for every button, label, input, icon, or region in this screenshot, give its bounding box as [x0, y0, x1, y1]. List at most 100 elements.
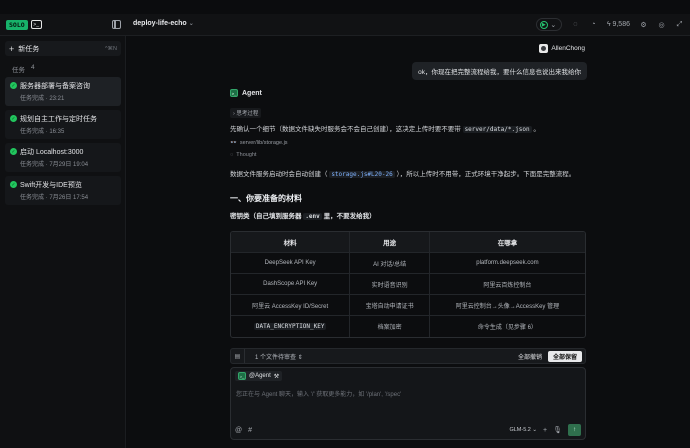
thought-icon: ◌ — [230, 152, 234, 158]
table-row: DeepSeek API Key AI 对话/总结 platform.deeps… — [231, 253, 585, 274]
materials-table: 材料 用途 在哪拿 DeepSeek API Key AI 对话/总结 plat… — [230, 231, 586, 338]
tasks-label: 任务 — [12, 67, 25, 74]
file-icon: ▤ — [231, 349, 245, 363]
task-name: 规划自主工作与定时任务 — [20, 116, 97, 123]
agent-mention-chip[interactable]: >_ @Agent ⚒ — [235, 371, 283, 381]
run-status-button[interactable]: ▶ ⌄ — [535, 18, 562, 31]
subheading-text: 密钥类（自己填到服务器 — [230, 213, 302, 220]
task-meta: 任务完成 · 7月29日 19:04 — [20, 162, 89, 168]
project-title[interactable]: deploy-life-echo ⌄ — [133, 20, 194, 27]
hash-icon[interactable]: # — [248, 427, 252, 434]
task-item[interactable]: ✓ 规划自主工作与定时任务 任务完成 · 16:35 — [5, 110, 121, 139]
expand-icon[interactable]: ⤢ — [675, 20, 684, 29]
inline-code: .env — [303, 213, 322, 220]
user-message: ok，你现在把完整流程给我，要什么信息也说出来我给你 — [412, 62, 587, 80]
thought-toggle[interactable]: ◌ Thought — [230, 152, 256, 158]
subheading-end: 里，不要发给我） — [323, 213, 376, 220]
table-header: 材料 — [231, 232, 351, 252]
task-meta: 任务完成 · 16:35 — [20, 129, 65, 135]
agent-name: Agent — [242, 89, 262, 97]
task-name: 服务器部署与备案咨询 — [20, 83, 90, 90]
check-circle-icon: ✓ — [10, 148, 17, 155]
reject-all-button[interactable]: 全部撤销 — [518, 352, 542, 361]
user-header: AllenChong — [539, 44, 585, 53]
sidebar-toggle-icon[interactable] — [112, 20, 121, 29]
table-cell: platform.deepseek.com — [476, 260, 539, 266]
app-logo[interactable]: SOLO >_ — [6, 18, 42, 31]
tasks-header: 任务 4 — [12, 64, 35, 74]
plus-icon: + — [9, 43, 15, 54]
think-chip-label: 思考过程 — [236, 111, 259, 117]
table-cell: 命令生成（见步骤 6） — [477, 325, 537, 331]
gear-icon[interactable]: ⚙ — [639, 20, 648, 29]
task-item[interactable]: ✓ 服务器部署与备案咨询 任务完成 · 23:21 — [5, 77, 121, 106]
table-row: 阿里云 AccessKey ID/Secret 宝塔自动申请证书 阿里云控制台→… — [231, 295, 585, 316]
pending-files-label: 1 个文件待审查 — [255, 354, 297, 361]
table-row: DATA_ENCRYPTION_KEY 档案加密 命令生成（见步骤 6） — [231, 316, 585, 337]
bell-icon[interactable]: ◔ — [589, 20, 598, 29]
at-icon[interactable]: @ — [235, 427, 242, 434]
para1-end: 。 — [533, 126, 540, 133]
table-cell: 阿里云控制台→头像→AccessKey 管理 — [455, 303, 560, 310]
task-meta: 任务完成 · 23:21 — [20, 96, 65, 102]
account-icon[interactable]: ◎ — [657, 20, 666, 29]
para2-text: 数据文件服务启动时会自动创建（ — [230, 171, 328, 178]
message-composer[interactable]: >_ @Agent ⚒ 您正在与 Agent 聊天，输入 '/' 获取更多能力，… — [230, 367, 586, 440]
chat-panel: AllenChong ok，你现在把完整流程给我，要什么信息也说出来我给你 >_… — [127, 36, 690, 448]
message-input[interactable]: 您正在与 Agent 聊天，输入 '/' 获取更多能力，如 '/plan', '… — [236, 389, 401, 398]
chevron-down-icon: ⌄ — [550, 21, 557, 29]
pending-files-dropdown[interactable]: 1 个文件待审查 ⇕ — [255, 352, 303, 361]
top-right-toolbar: ▶ ⌄ ◌ ◔ ϟ 9,586 ⚙ ◎ ⤢ — [535, 18, 684, 31]
agent-icon: >_ — [230, 89, 238, 97]
task-meta: 任务完成 · 7月26日 17:54 — [20, 195, 89, 201]
check-circle-icon: ✓ — [10, 82, 17, 89]
tools-icon: ⚒ — [273, 373, 280, 380]
attach-plus-icon[interactable]: + — [543, 427, 547, 434]
table-cell: DeepSeek API Key — [231, 253, 351, 273]
chat-icon[interactable]: ◌ — [571, 20, 580, 29]
subheading: 密钥类（自己填到服务器 .env 里，不要发给我） — [230, 210, 376, 220]
table-header: 用途 — [350, 232, 430, 252]
user-name: AllenChong — [551, 45, 585, 52]
check-circle-icon: ✓ — [10, 115, 17, 122]
terminal-icon: >_ — [30, 20, 42, 29]
task-name: Swift开发与IDE预览 — [20, 182, 82, 189]
top-bar: SOLO >_ deploy-life-echo ⌄ ▶ ⌄ ◌ ◔ ϟ 9,58… — [0, 14, 690, 36]
file-reference[interactable]: 👓 server/lib/storage.js — [230, 140, 288, 146]
table-cell: 档案加密 — [350, 316, 430, 337]
table-cell: 阿里云 AccessKey ID/Secret — [231, 295, 351, 315]
task-name: 启动 Localhost:3000 — [20, 149, 84, 156]
send-button[interactable]: ↑ — [568, 424, 581, 436]
avatar — [539, 44, 549, 53]
task-list: ✓ 服务器部署与备案咨询 任务完成 · 23:21 ✓ 规划自主工作与定时任务 … — [5, 77, 121, 209]
task-item[interactable]: ✓ Swift开发与IDE预览 任务完成 · 7月26日 17:54 — [5, 176, 121, 205]
agent-header: >_ Agent — [230, 89, 262, 97]
sidebar: + 新任务 ^⌘N 任务 4 ✓ 服务器部署与备案咨询 任务完成 · 23:21… — [0, 36, 126, 448]
chevron-down-icon: ⌄ — [188, 21, 194, 27]
para1-text: 先确认一个细节（数据文件缺失时服务会不会自己创建），这决定上传时要不要带 — [230, 126, 461, 133]
new-task-label: 新任务 — [18, 45, 40, 53]
points-counter[interactable]: ϟ 9,586 — [607, 21, 630, 28]
agent-paragraph: 先确认一个细节（数据文件缺失时服务会不会自己创建），这决定上传时要不要带 ser… — [230, 123, 540, 133]
model-selector[interactable]: GLM-5.2 ⌄ — [509, 427, 537, 433]
task-item[interactable]: ✓ 启动 Localhost:3000 任务完成 · 7月29日 19:04 — [5, 143, 121, 172]
accept-all-button[interactable]: 全部保留 — [547, 350, 582, 362]
table-cell: DATA_ENCRYPTION_KEY — [231, 316, 351, 337]
section-heading: 一、你要准备的材料 — [230, 194, 302, 203]
code-link[interactable]: storage.js#L20-26 — [329, 171, 395, 178]
new-task-button[interactable]: + 新任务 ^⌘N — [5, 41, 121, 56]
table-cell: AI 对话/总结 — [350, 253, 430, 273]
table-cell: 阿里云百炼控制台 — [483, 282, 532, 289]
project-title-text: deploy-life-echo — [133, 20, 187, 27]
new-task-shortcut: ^⌘N — [104, 45, 117, 52]
glasses-icon: 👓 — [230, 140, 237, 146]
microphone-icon[interactable]: 🎙 — [553, 426, 562, 434]
play-icon: ▶ — [539, 20, 548, 29]
table-cell: DashScope API Key — [231, 274, 351, 294]
composer-toolbar: @ # GLM-5.2 ⌄ + 🎙 ↑ — [235, 424, 581, 436]
file-ref-path: server/lib/storage.js — [239, 140, 288, 146]
think-process-toggle[interactable]: › 思考过程 — [230, 108, 262, 118]
review-bar: ▤ 1 个文件待审查 ⇕ 全部撤销 全部保留 — [230, 348, 586, 364]
inline-code: server/data/*.json — [462, 126, 532, 133]
check-circle-icon: ✓ — [10, 181, 17, 188]
